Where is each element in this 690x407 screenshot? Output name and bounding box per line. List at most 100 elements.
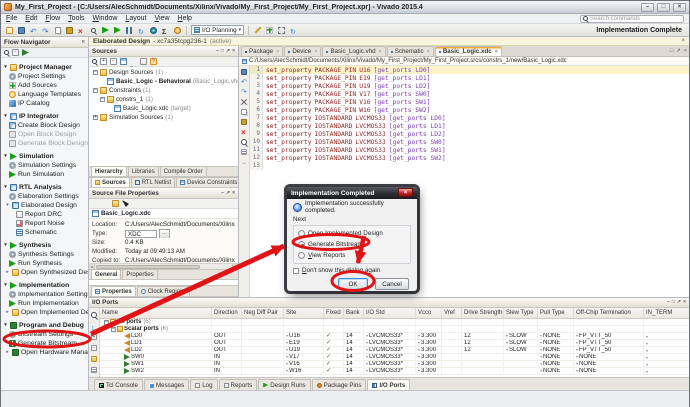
collapse-all-icon[interactable] (110, 58, 117, 65)
flow-nav-item[interactable]: Add Sources (1, 81, 88, 90)
menu-item[interactable]: Flow (45, 15, 60, 22)
close-button[interactable]: × (673, 2, 686, 12)
code-line[interactable]: 9 set_property IOSTANDARD LVCMOS33 [get_por… (250, 130, 689, 138)
bottom-tab[interactable]: Reports (218, 379, 258, 390)
maximize-button[interactable]: □ (657, 2, 670, 12)
maximize-panel-icon[interactable]: □ (670, 48, 673, 54)
cell-direction[interactable]: IN (212, 367, 242, 375)
close-panel-icon[interactable]: × (683, 298, 686, 308)
flow-nav-item[interactable]: Open Synthesized Design (1, 268, 88, 277)
radio-button-icon[interactable] (298, 252, 305, 259)
toolbar-button[interactable] (173, 26, 182, 35)
cell-offchip-term-combo[interactable]: NONE (576, 368, 596, 375)
cell-vref[interactable] (442, 332, 462, 340)
menu-item[interactable]: View (154, 15, 169, 22)
cell-drive-strength[interactable] (462, 367, 504, 375)
cell-pull-combo[interactable]: NONE (540, 340, 560, 347)
cell-vref[interactable] (442, 325, 462, 333)
column-header[interactable]: Slew Type (504, 308, 538, 318)
flow-nav-item[interactable]: Open Implemented Design (1, 308, 88, 317)
tab[interactable]: Libraries (127, 166, 159, 176)
cell-iostd-combo[interactable]: LVCMOS33* (366, 347, 403, 354)
close-tab-icon[interactable]: × (276, 49, 279, 55)
tree-node[interactable]: Basic_Logic - Behavioral (Basic_Logic.vh… (89, 77, 238, 86)
toolbar-button[interactable] (289, 26, 298, 35)
bottom-tab[interactable]: I/O Ports (367, 379, 411, 390)
editor-tool-button[interactable] (240, 148, 248, 156)
cell-site-combo[interactable]: E19 (286, 340, 300, 347)
cell-drive-strength[interactable] (462, 360, 504, 368)
cell-in-term[interactable] (644, 361, 674, 368)
cell-vref[interactable] (442, 353, 462, 361)
flow-nav-item[interactable]: Report DRC (1, 210, 88, 219)
cell-direction[interactable]: IN (212, 360, 242, 368)
cell-vref[interactable] (442, 318, 462, 326)
io-tool-button[interactable] (90, 332, 99, 341)
cell-neg-diff-pair[interactable] (242, 332, 284, 340)
cell-vcco-combo[interactable]: 3.300 (418, 333, 436, 340)
radio-button-icon[interactable] (298, 230, 305, 237)
close-tab-icon[interactable]: × (379, 49, 382, 55)
flow-nav-item[interactable]: Run Synthesis (1, 259, 88, 268)
cell-offchip-term-combo[interactable]: FP_VTT_50 (576, 340, 611, 347)
help-pressed-icon[interactable] (150, 58, 157, 65)
cell-iostd-combo[interactable]: LVCMOS33* (366, 361, 403, 368)
toolbar-button[interactable] (277, 26, 286, 35)
cell-pull-combo[interactable]: NONE (540, 333, 560, 340)
fixed-checkbox[interactable]: ✓ (326, 361, 331, 368)
search-commands-input[interactable]: Search commands (580, 14, 684, 23)
column-header[interactable]: Neg Diff Pair (242, 308, 284, 318)
cell-drive-strength[interactable] (462, 318, 504, 326)
cell-neg-diff-pair[interactable] (242, 360, 284, 368)
code-line[interactable]: 12 set_property IOSTANDARD LVCMOS33 [get_po… (250, 154, 689, 162)
cell-in-term[interactable] (644, 340, 674, 347)
column-header[interactable]: Vcco (416, 308, 442, 318)
cell-direction[interactable]: IN (212, 353, 242, 361)
io-tool-button[interactable] (90, 343, 99, 352)
cell-neg-diff-pair[interactable] (242, 346, 284, 354)
toolbar-button[interactable] (161, 26, 170, 35)
flow-nav-item[interactable]: Report Noise (1, 219, 88, 228)
code-line[interactable]: 2 set_property PACKAGE_PIN E19 [get_ports L… (250, 74, 689, 82)
cell-site-combo[interactable]: V17 (286, 354, 300, 361)
property-field-value[interactable]: Today at 09:49:13 AM (125, 248, 185, 255)
cell-slew-combo[interactable]: SLOW (506, 333, 527, 340)
toolbar-button[interactable] (113, 26, 122, 35)
cell-offchip-term-combo[interactable]: NONE (576, 361, 596, 368)
cell-drive-strength[interactable] (462, 353, 504, 361)
editor-tool-button[interactable] (240, 68, 248, 76)
close-tab-icon[interactable]: × (427, 49, 430, 55)
code-line[interactable]: 7 set_property IOSTANDARD LVCMOS33 [get_por… (250, 114, 689, 122)
code-line[interactable]: 8 set_property IOSTANDARD LVCMOS33 [get_por… (250, 122, 689, 130)
minimize-panel-icon[interactable]: – (221, 188, 224, 199)
back-icon[interactable] (92, 200, 99, 207)
cell-pull-combo[interactable]: NONE (540, 368, 560, 375)
bottom-tab[interactable]: Tcl Console (94, 379, 143, 390)
column-header[interactable]: Direction (212, 308, 242, 318)
editor-tool-button[interactable] (240, 108, 248, 116)
editor-tool-button[interactable] (240, 118, 248, 126)
bottom-tab[interactable]: Messages (143, 379, 190, 390)
io-tool-button[interactable] (90, 365, 99, 374)
cell-vcco-combo[interactable]: 3.300 (418, 354, 436, 361)
flow-nav-item[interactable]: Bitstream Settings (1, 330, 88, 339)
toolbar-button[interactable] (101, 26, 110, 35)
add-file-icon[interactable] (120, 58, 127, 65)
editor-tool-button[interactable] (240, 138, 248, 146)
editor-tool-button[interactable] (240, 88, 248, 96)
tree-expander-icon[interactable] (104, 319, 109, 325)
ok-button[interactable]: OK (338, 278, 368, 290)
cell-direction[interactable] (212, 318, 242, 326)
tab[interactable]: General (91, 269, 122, 279)
column-header[interactable]: Off-Chip Termination (574, 308, 644, 318)
radio-option[interactable]: Open Implemented Design (298, 228, 406, 239)
minimize-panel-icon[interactable]: – (667, 298, 670, 308)
cell-site-combo[interactable]: U19 (286, 347, 300, 354)
flow-nav-item[interactable]: Simulation Settings (1, 161, 88, 170)
close-workspace-icon[interactable]: × (681, 38, 685, 44)
cell-neg-diff-pair[interactable] (242, 353, 284, 361)
toolbar-button[interactable] (137, 26, 146, 35)
tab[interactable]: Sources (91, 177, 130, 187)
close-panel-icon[interactable]: × (684, 48, 687, 54)
column-header[interactable]: Site (284, 308, 324, 318)
